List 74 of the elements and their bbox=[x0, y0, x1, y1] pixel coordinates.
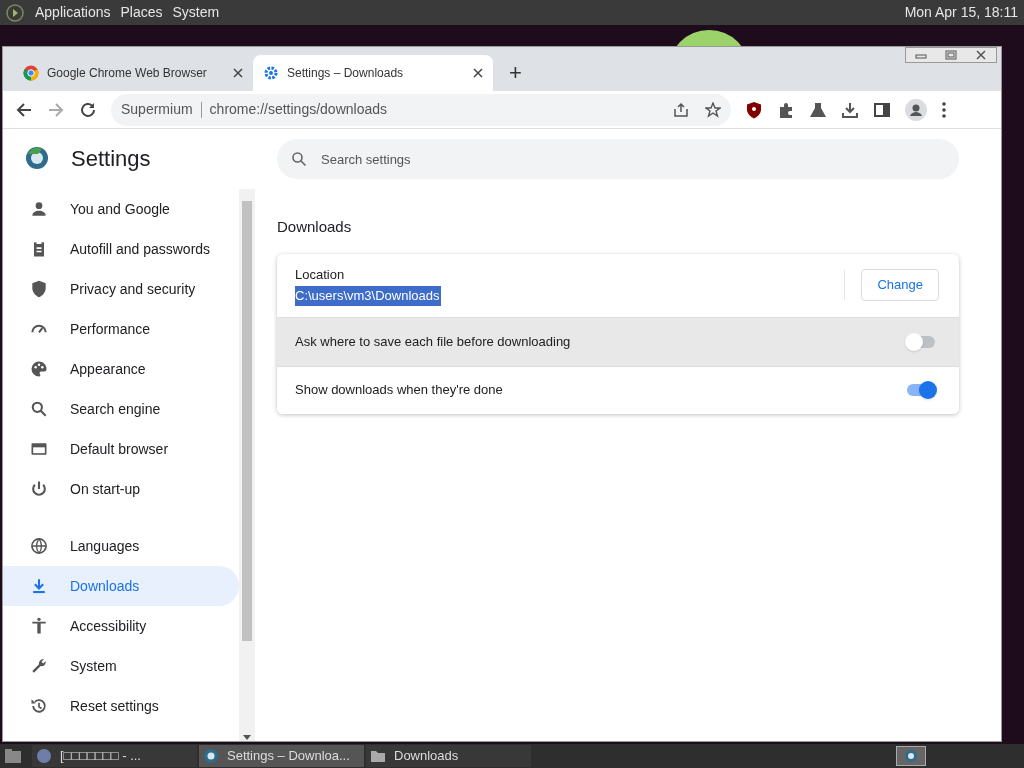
sidebar-item[interactable]: Autofill and passwords bbox=[3, 229, 239, 269]
shield-extension-icon[interactable] bbox=[745, 100, 763, 119]
globe-icon bbox=[36, 748, 52, 764]
sidebar-item[interactable]: Languages bbox=[3, 526, 239, 566]
tab-title: Settings – Downloads bbox=[287, 65, 404, 82]
profile-icon[interactable] bbox=[905, 98, 927, 121]
star-icon[interactable] bbox=[705, 101, 721, 118]
download-icon[interactable] bbox=[841, 100, 859, 119]
sidebar-item[interactable]: Accessibility bbox=[3, 606, 239, 646]
desktop-icon[interactable] bbox=[4, 747, 22, 765]
share-icon[interactable] bbox=[673, 101, 689, 118]
address-bar[interactable]: Supermium chrome://settings/downloads bbox=[111, 93, 731, 126]
tab-title: Google Chrome Web Browser bbox=[47, 65, 207, 82]
back-icon[interactable] bbox=[15, 100, 33, 119]
scrollbar-thumb[interactable] bbox=[242, 201, 252, 641]
folder-icon bbox=[370, 748, 386, 764]
sidebar-item[interactable]: Downloads bbox=[3, 566, 239, 606]
browser-tab[interactable]: Settings – Downloads bbox=[253, 55, 493, 91]
taskbar-button[interactable]: Settings – Downloa... bbox=[199, 745, 364, 767]
location-path: C:\users\vm3\Downloads bbox=[295, 286, 441, 306]
sidebar-item[interactable]: System bbox=[3, 646, 239, 686]
section-title: Downloads bbox=[277, 217, 353, 237]
chrome-logo-icon bbox=[23, 65, 39, 81]
change-button[interactable]: Change bbox=[861, 269, 939, 301]
sidebar-item[interactable]: Privacy and security bbox=[3, 269, 239, 309]
palette-icon bbox=[29, 359, 49, 379]
sidebar-item[interactable]: Default browser bbox=[3, 429, 239, 469]
new-tab-button[interactable]: + bbox=[509, 61, 522, 85]
side-panel-icon[interactable] bbox=[873, 100, 891, 119]
tray-button[interactable] bbox=[896, 746, 926, 766]
setting-label: Ask where to save each file before downloading bbox=[295, 332, 571, 351]
settings-title: Settings bbox=[71, 144, 151, 173]
setting-label: Show downloads when they're done bbox=[295, 381, 503, 400]
sidebar-item[interactable]: Search engine bbox=[3, 389, 239, 429]
close-icon[interactable] bbox=[473, 68, 483, 78]
menu-logo-icon[interactable] bbox=[6, 3, 24, 22]
toggle-switch[interactable] bbox=[905, 381, 937, 399]
search-field[interactable]: Search settings bbox=[277, 139, 959, 179]
reset-icon bbox=[29, 696, 49, 716]
maximize-icon[interactable] bbox=[945, 50, 957, 60]
power-icon bbox=[29, 479, 49, 499]
close-icon[interactable] bbox=[975, 50, 987, 60]
scroll-down-icon[interactable] bbox=[243, 735, 251, 741]
sidebar-item[interactable]: Reset settings bbox=[3, 686, 239, 726]
accessibility-icon bbox=[29, 616, 49, 636]
sidebar-item[interactable]: Performance bbox=[3, 309, 239, 349]
sidebar-item[interactable]: On start-up bbox=[3, 469, 239, 509]
browser-logo-icon bbox=[904, 749, 918, 763]
url-text: chrome://settings/downloads bbox=[209, 100, 388, 119]
panel-menu[interactable]: Applications bbox=[30, 2, 116, 23]
more-icon[interactable] bbox=[941, 100, 947, 119]
gear-icon bbox=[263, 65, 279, 81]
panel-menu[interactable]: Places bbox=[115, 2, 168, 23]
sidebar-item[interactable]: You and Google bbox=[3, 189, 239, 229]
minimize-icon[interactable] bbox=[915, 51, 927, 59]
taskbar-button[interactable]: [□□□□□□□ - ... bbox=[32, 745, 197, 767]
browser-logo-icon bbox=[203, 748, 219, 764]
flask-icon[interactable] bbox=[809, 100, 827, 119]
sidebar-item[interactable]: Appearance bbox=[3, 349, 239, 389]
person-icon bbox=[29, 199, 49, 219]
panel-menu[interactable]: System bbox=[167, 2, 225, 23]
search-icon bbox=[29, 399, 49, 419]
toggle-switch[interactable] bbox=[905, 332, 937, 351]
puzzle-icon[interactable] bbox=[777, 100, 795, 119]
taskbar-button[interactable]: Downloads bbox=[366, 745, 531, 767]
search-icon bbox=[291, 151, 307, 167]
panel-clock[interactable]: Mon Apr 15, 18:11 bbox=[904, 2, 1018, 23]
location-label: Location bbox=[295, 265, 346, 284]
shield-icon bbox=[29, 279, 49, 299]
site-name: Supermium bbox=[121, 100, 193, 119]
close-icon[interactable] bbox=[233, 68, 243, 78]
browser-logo-icon bbox=[25, 146, 49, 170]
reload-icon[interactable] bbox=[79, 100, 97, 119]
globe-icon bbox=[29, 536, 49, 556]
